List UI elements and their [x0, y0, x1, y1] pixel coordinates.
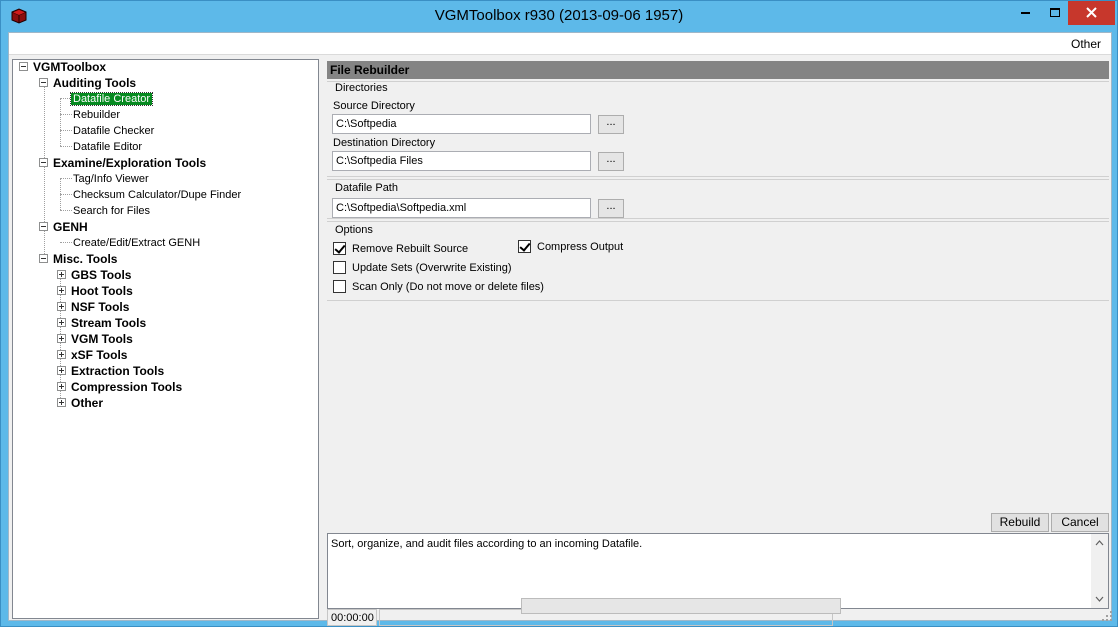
tree-item-checksum-calculator[interactable]: Checksum Calculator/Dupe Finder: [71, 187, 243, 203]
options-group-title: Options: [335, 224, 373, 236]
expand-icon[interactable]: [57, 350, 66, 359]
compress-output-label: Compress Output: [537, 241, 624, 253]
destination-browse-button[interactable]: ...: [598, 152, 624, 171]
source-directory-input[interactable]: C:\Softpedia: [332, 114, 591, 134]
tree-item-nsf-tools[interactable]: NSF Tools: [69, 299, 131, 315]
tree-item-datafile-creator[interactable]: Datafile Creator: [69, 91, 154, 107]
maximize-icon: [1050, 8, 1060, 17]
tree-connector: [60, 98, 61, 146]
resize-grip-icon[interactable]: [1101, 610, 1113, 622]
tool-description-text: Sort, organize, and audit files accordin…: [331, 538, 643, 550]
directories-group: Directories Source Directory C:\Softpedi…: [327, 81, 1109, 177]
scan-only-checkbox[interactable]: [333, 280, 346, 293]
tree-item-gbs-tools[interactable]: GBS Tools: [69, 267, 133, 283]
update-sets-label: Update Sets (Overwrite Existing): [352, 262, 512, 274]
tree-item-datafile-editor[interactable]: Datafile Editor: [71, 139, 144, 155]
window-title: VGMToolbox r930 (2013-09-06 1957): [434, 7, 684, 24]
collapse-icon[interactable]: [39, 254, 48, 263]
tool-panel: File Rebuilder Directories Source Direct…: [327, 59, 1109, 626]
close-icon: [1086, 7, 1097, 18]
tree-item-rebuilder[interactable]: Rebuilder: [71, 107, 122, 123]
compress-output-checkbox[interactable]: [518, 240, 531, 253]
collapse-icon[interactable]: [39, 158, 48, 167]
tree-item-hoot-tools[interactable]: Hoot Tools: [69, 283, 135, 299]
destination-directory-label: Destination Directory: [333, 137, 436, 149]
scroll-up-icon[interactable]: [1091, 536, 1108, 550]
datafile-browse-button[interactable]: ...: [598, 199, 624, 218]
datafile-group: Datafile Path C:\Softpedia\Softpedia.xml…: [327, 179, 1109, 219]
tree-item-examine-tools[interactable]: Examine/Exploration Tools: [51, 155, 208, 171]
expand-icon[interactable]: [57, 270, 66, 279]
destination-directory-input[interactable]: C:\Softpedia Files: [332, 151, 591, 171]
menu-item-other[interactable]: Other: [1071, 37, 1101, 51]
expand-icon[interactable]: [57, 286, 66, 295]
app-window: VGMToolbox r930 (2013-09-06 1957) Other: [0, 0, 1118, 627]
update-sets-checkbox[interactable]: [333, 261, 346, 274]
tree-item-stream-tools[interactable]: Stream Tools: [69, 315, 148, 331]
tool-tree[interactable]: VGMToolbox Auditing Tools Datafile Creat…: [12, 59, 319, 619]
tree-item-compression-tools[interactable]: Compression Tools: [69, 379, 184, 395]
expand-icon[interactable]: [57, 302, 66, 311]
expand-icon[interactable]: [57, 318, 66, 327]
remove-rebuilt-source-checkbox[interactable]: [333, 242, 346, 255]
rebuild-button[interactable]: Rebuild: [991, 513, 1049, 532]
menu-bar: Other: [9, 33, 1111, 55]
tree-item-auditing-tools[interactable]: Auditing Tools: [51, 75, 138, 91]
tree-item-vgm-tools[interactable]: VGM Tools: [69, 331, 135, 347]
source-browse-button[interactable]: ...: [598, 115, 624, 134]
tree-item-search-files[interactable]: Search for Files: [71, 203, 152, 219]
tree-item-tag-info-viewer[interactable]: Tag/Info Viewer: [71, 171, 151, 187]
scroll-down-icon[interactable]: [1091, 592, 1108, 606]
options-group: Options Remove Rebuilt Source Compress O…: [327, 221, 1109, 301]
tree-item-genh[interactable]: GENH: [51, 219, 90, 235]
collapse-icon[interactable]: [19, 62, 28, 71]
tree-item-misc-tools[interactable]: Misc. Tools: [51, 251, 119, 267]
tree-item-root[interactable]: VGMToolbox: [31, 59, 108, 75]
collapse-icon[interactable]: [39, 78, 48, 87]
source-directory-label: Source Directory: [333, 100, 415, 112]
expand-icon[interactable]: [57, 366, 66, 375]
progress-bar: [521, 598, 841, 614]
minimize-button[interactable]: [1008, 1, 1042, 25]
tree-item-xsf-tools[interactable]: xSF Tools: [69, 347, 129, 363]
expand-icon[interactable]: [57, 334, 66, 343]
remove-rebuilt-source-label: Remove Rebuilt Source: [352, 243, 469, 255]
close-button[interactable]: [1068, 1, 1115, 25]
tree-connector: [44, 82, 45, 262]
elapsed-time: 00:00:00: [327, 609, 377, 626]
tree-item-datafile-checker[interactable]: Datafile Checker: [71, 123, 156, 139]
scan-only-label: Scan Only (Do not move or delete files): [352, 281, 544, 293]
cancel-button[interactable]: Cancel: [1051, 513, 1109, 532]
minimize-icon: [1021, 12, 1030, 14]
description-scrollbar[interactable]: [1091, 534, 1108, 608]
title-bar[interactable]: VGMToolbox r930 (2013-09-06 1957): [1, 1, 1117, 31]
client-area: Other VGMToolbox Auditing Tools Datafile…: [8, 32, 1112, 626]
tree-item-extraction-tools[interactable]: Extraction Tools: [69, 363, 166, 379]
collapse-icon[interactable]: [39, 222, 48, 231]
tree-item-other[interactable]: Other: [69, 395, 105, 411]
expand-icon[interactable]: [57, 398, 66, 407]
expand-icon[interactable]: [57, 382, 66, 391]
datafile-path-label: Datafile Path: [335, 182, 398, 194]
directories-group-title: Directories: [335, 82, 388, 94]
datafile-path-input[interactable]: C:\Softpedia\Softpedia.xml: [332, 198, 591, 218]
maximize-button[interactable]: [1042, 1, 1068, 25]
panel-title: File Rebuilder: [327, 61, 1109, 79]
tree-item-create-genh[interactable]: Create/Edit/Extract GENH: [71, 235, 202, 251]
